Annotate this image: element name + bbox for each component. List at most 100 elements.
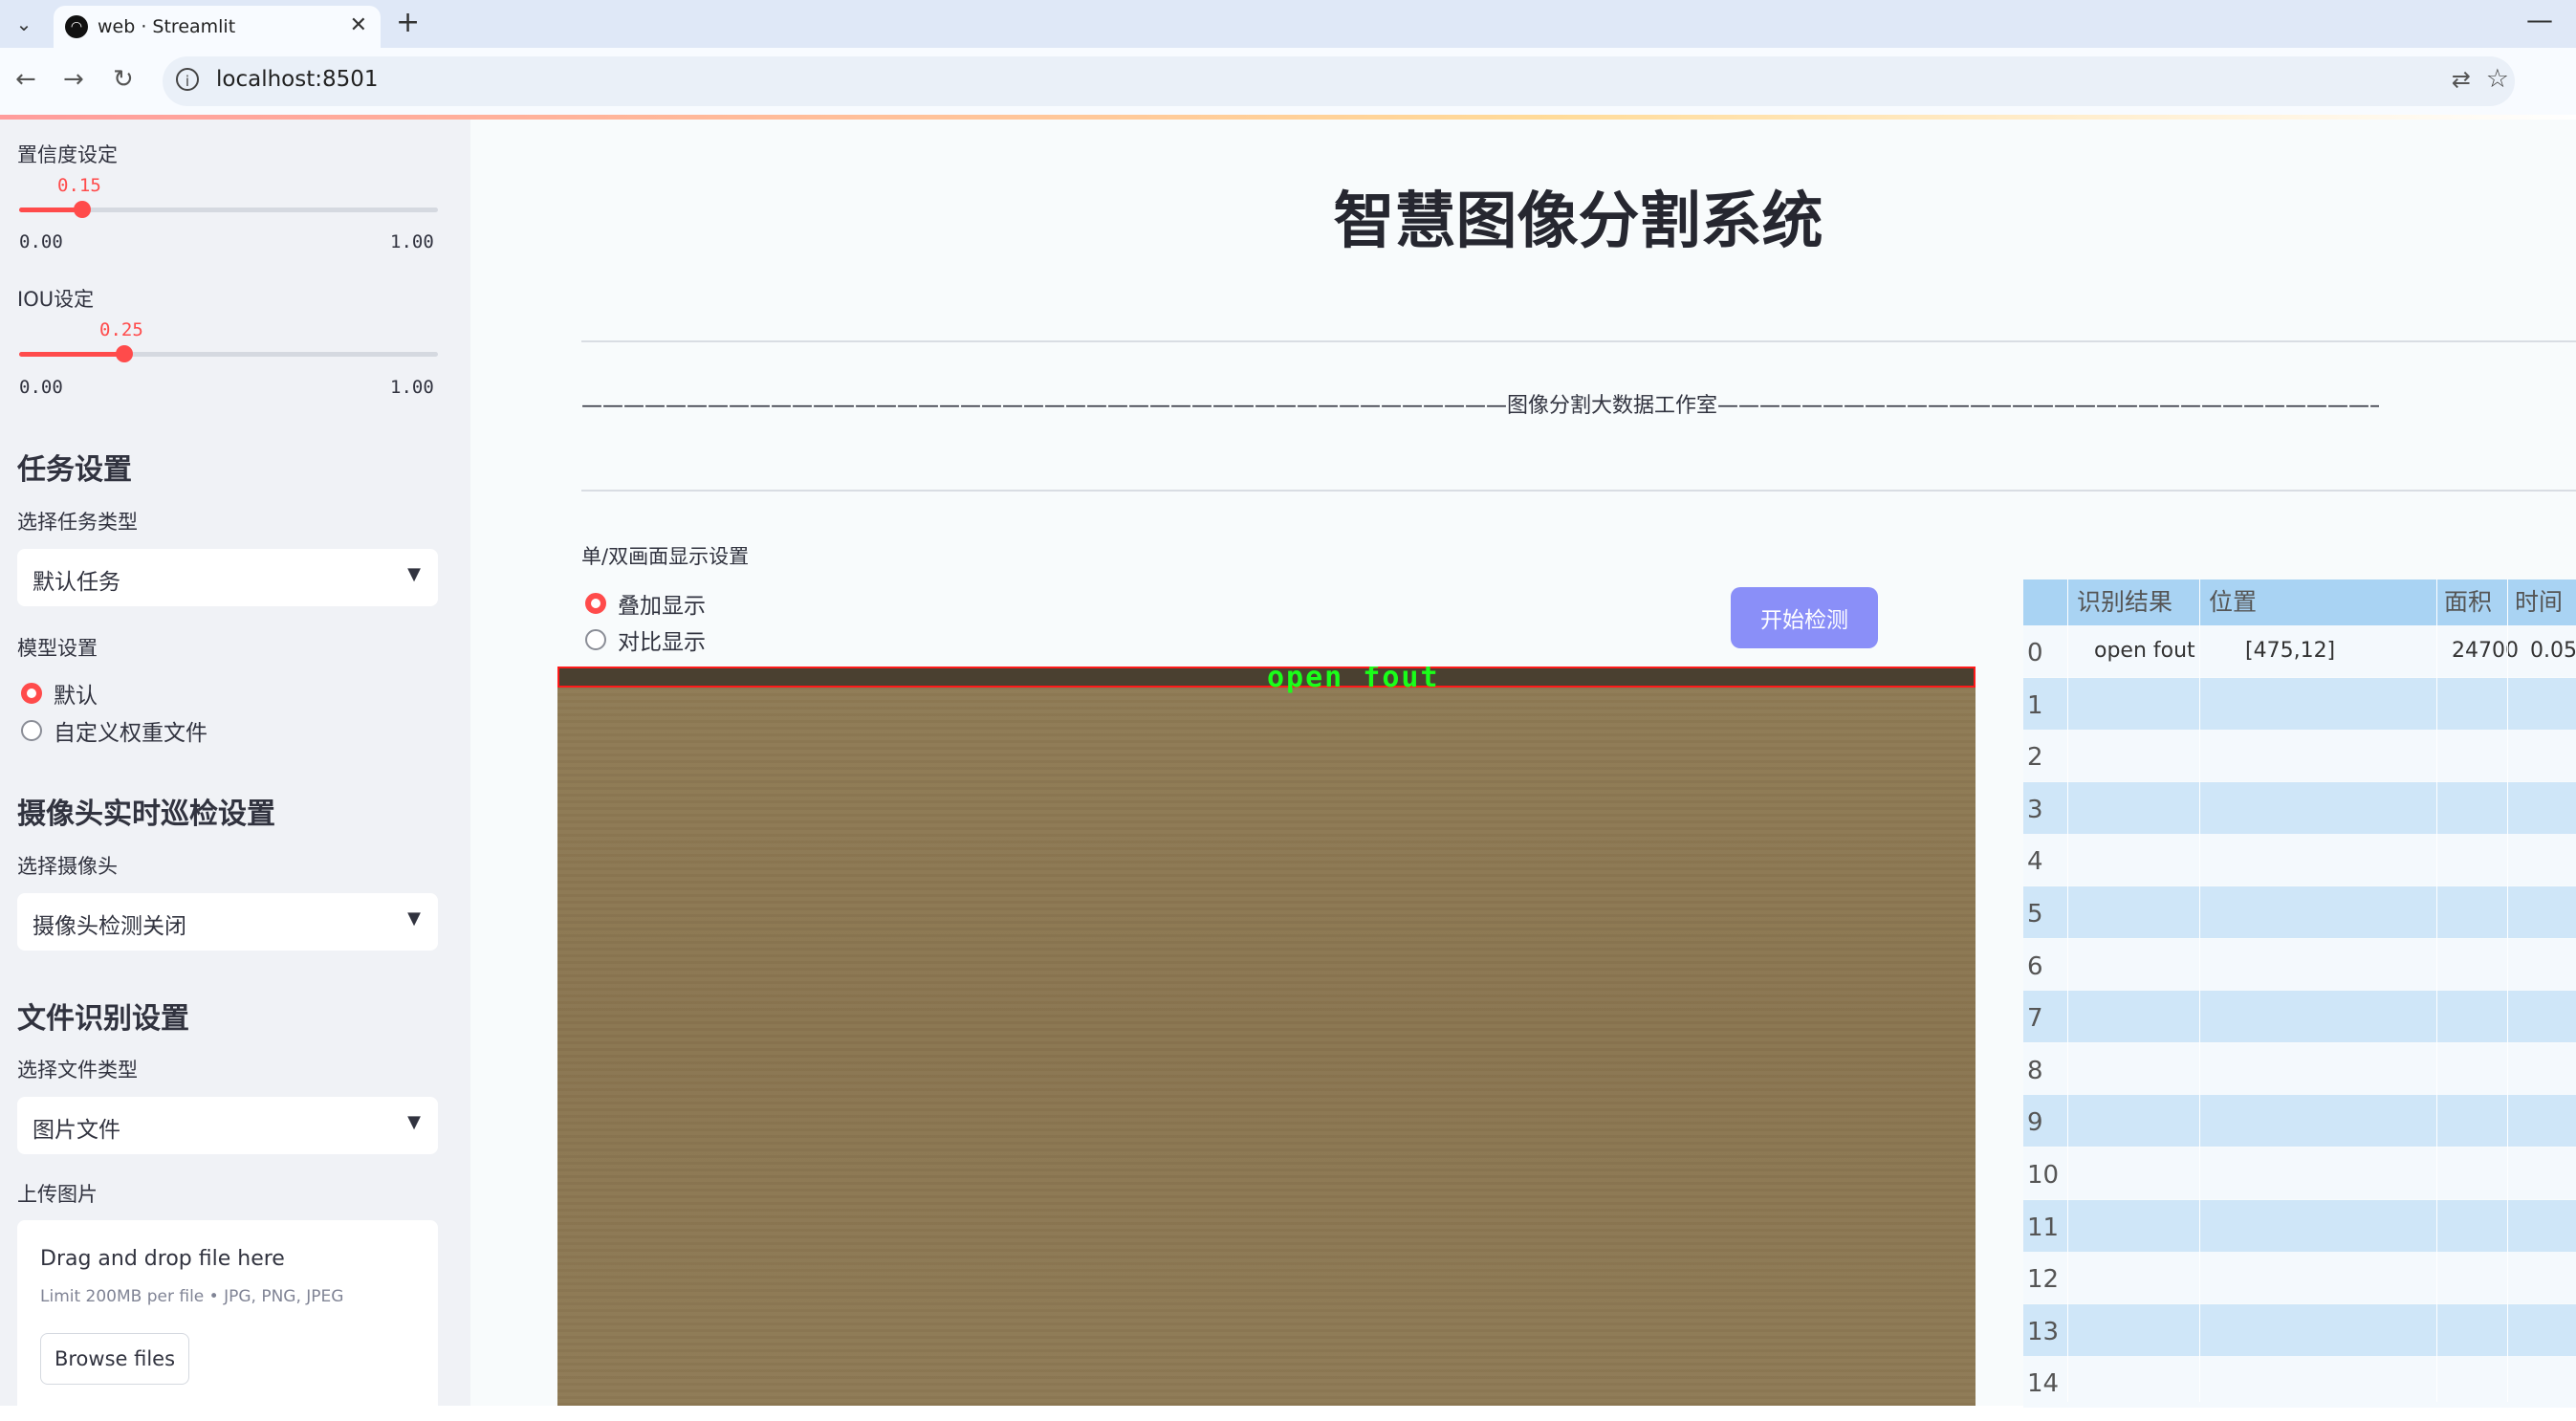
browser-tab[interactable]: ◠ web · Streamlit ✕ [54, 6, 381, 48]
confidence-value: 0.15 [57, 175, 101, 196]
forward-arrow-icon[interactable]: → [63, 65, 84, 94]
camera-select-label: 选择摄像头 [17, 855, 118, 878]
browser-address-bar: ← → ↻ i localhost:8501 ⇄ ☆ [0, 48, 2576, 115]
cell-position: [475,12] [2245, 639, 2336, 663]
chevron-down-icon: ▼ [407, 908, 421, 929]
display-option-label: 叠加显示 [618, 594, 706, 619]
column-divider [2436, 579, 2437, 1402]
file-type-value: 图片文件 [33, 1118, 120, 1143]
radio-selected-icon[interactable] [585, 593, 606, 614]
iou-slider[interactable] [19, 345, 438, 362]
model-option-default[interactable]: 默认 [21, 677, 98, 710]
tab-list-dropdown-icon[interactable]: ⌄ [8, 8, 40, 40]
table-row[interactable]: 8 [2023, 1042, 2576, 1095]
row-index: 10 [2027, 1161, 2060, 1190]
iou-min: 0.00 [19, 377, 63, 398]
table-row[interactable]: 6 [2023, 938, 2576, 991]
row-index: 13 [2027, 1317, 2060, 1346]
row-index: 5 [2027, 900, 2043, 929]
row-index: 0 [2027, 639, 2043, 667]
iou-value: 0.25 [99, 319, 143, 340]
task-type-value: 默认任务 [33, 570, 120, 595]
table-row[interactable]: 11 [2023, 1199, 2576, 1252]
window-minimize-icon[interactable]: — [2526, 4, 2553, 35]
table-row[interactable]: 9 [2023, 1095, 2576, 1148]
reload-icon[interactable]: ↻ [113, 65, 134, 94]
row-index: 12 [2027, 1265, 2060, 1295]
iou-slider-handle[interactable] [115, 345, 133, 362]
streamlit-favicon-icon: ◠ [65, 15, 88, 38]
task-type-label: 选择任务类型 [17, 511, 138, 534]
table-row[interactable]: 12 [2023, 1252, 2576, 1304]
display-settings-label: 单/双画面显示设置 [581, 545, 750, 568]
table-row[interactable]: 3 [2023, 781, 2576, 834]
table-header-area[interactable]: 面积 [2436, 579, 2507, 625]
row-index: 3 [2027, 795, 2043, 824]
task-settings-heading: 任务设置 [17, 453, 132, 487]
row-index: 4 [2027, 847, 2043, 877]
display-option-compare[interactable]: 对比显示 [585, 623, 706, 656]
cell-area: 24700 [2452, 639, 2519, 663]
bookmark-star-icon[interactable]: ☆ [2486, 64, 2509, 94]
cell-time: 0.05 [2530, 639, 2576, 663]
model-option-label: 自定义权重文件 [54, 721, 207, 746]
row-index: 7 [2027, 1004, 2043, 1034]
file-dropzone[interactable]: Drag and drop file here Limit 200MB per … [17, 1220, 438, 1421]
dropzone-limit: Limit 200MB per file • JPG, PNG, JPEG [40, 1287, 344, 1306]
radio-unselected-icon[interactable] [21, 720, 42, 741]
confidence-slider-handle[interactable] [73, 201, 91, 218]
row-index: 8 [2027, 1056, 2043, 1085]
model-option-custom[interactable]: 自定义权重文件 [21, 714, 207, 747]
table-row[interactable]: 2 [2023, 730, 2576, 782]
row-index: 6 [2027, 951, 2043, 981]
row-index: 14 [2027, 1369, 2060, 1399]
cell-result: open fout [2094, 639, 2195, 663]
radio-unselected-icon[interactable] [585, 629, 606, 650]
url-text[interactable]: localhost:8501 [216, 67, 379, 92]
table-header-position[interactable]: 位置 [2199, 579, 2436, 625]
table-row[interactable]: 10 [2023, 1148, 2576, 1199]
confidence-min: 0.00 [19, 231, 63, 252]
task-type-select[interactable]: 默认任务 ▼ [17, 549, 438, 606]
new-tab-icon[interactable]: + [396, 6, 420, 39]
column-divider [2507, 579, 2508, 1402]
table-row[interactable]: 1 [2023, 677, 2576, 730]
camera-select[interactable]: 摄像头检测关闭 ▼ [17, 893, 438, 951]
tab-title: web · Streamlit [98, 16, 236, 37]
table-header-time[interactable]: 时间 [2507, 579, 2576, 625]
table-row[interactable]: 7 [2023, 991, 2576, 1043]
radio-selected-icon[interactable] [21, 683, 42, 704]
url-field[interactable]: i localhost:8501 ⇄ ☆ [163, 56, 2515, 106]
start-detection-button[interactable]: 开始检测 [1731, 587, 1878, 648]
confidence-slider[interactable] [19, 201, 438, 218]
row-index: 2 [2027, 743, 2043, 773]
table-header-result[interactable]: 识别结果 [2067, 579, 2199, 625]
camera-settings-heading: 摄像头实时巡检设置 [17, 798, 275, 831]
table-row[interactable]: 4 [2023, 834, 2576, 886]
back-arrow-icon[interactable]: ← [15, 65, 36, 94]
file-type-select[interactable]: 图片文件 ▼ [17, 1097, 438, 1154]
divider [581, 490, 2576, 492]
camera-select-value: 摄像头检测关闭 [33, 914, 186, 939]
tab-close-icon[interactable]: ✕ [350, 13, 367, 37]
iou-max: 1.00 [390, 377, 434, 398]
site-info-icon[interactable]: i [176, 68, 199, 91]
display-option-label: 对比显示 [618, 630, 706, 655]
page-title: 智慧图像分割系统 [1333, 186, 1823, 257]
display-option-overlay[interactable]: 叠加显示 [585, 587, 706, 620]
table-row[interactable]: 14 [2023, 1356, 2576, 1409]
divider [581, 340, 2576, 342]
translate-icon[interactable]: ⇄ [2452, 66, 2471, 93]
table-row[interactable]: 13 [2023, 1303, 2576, 1356]
iou-label: IOU设定 [17, 288, 95, 311]
file-type-label: 选择文件类型 [17, 1059, 138, 1082]
table-row[interactable]: 0 open fout [475,12] 24700 0.05 [2023, 625, 2576, 677]
browse-files-button[interactable]: Browse files [40, 1333, 189, 1385]
row-index: 11 [2027, 1213, 2060, 1242]
confidence-max: 1.00 [390, 231, 434, 252]
table-row[interactable]: 5 [2023, 886, 2576, 938]
detection-image: open fout [557, 667, 1976, 1406]
row-index: 1 [2027, 690, 2043, 720]
iou-slider-fill [19, 352, 124, 357]
chevron-down-icon: ▼ [407, 1112, 421, 1132]
